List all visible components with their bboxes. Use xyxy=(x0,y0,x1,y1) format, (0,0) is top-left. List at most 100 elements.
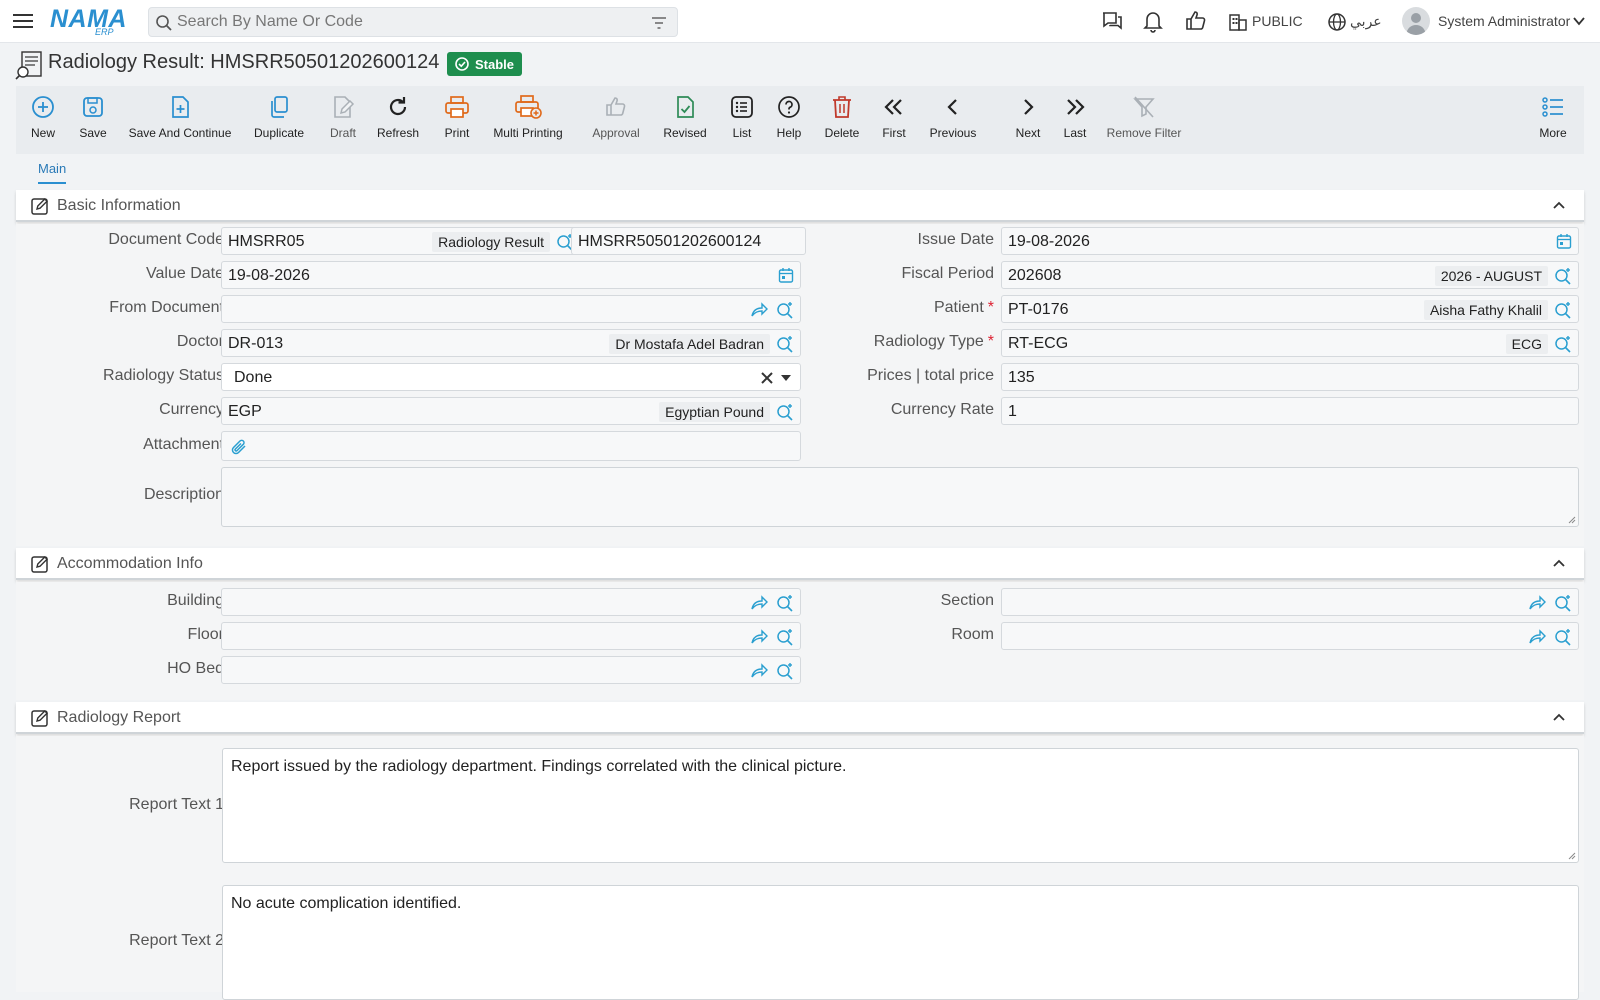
search-lookup-icon[interactable] xyxy=(776,628,794,646)
search-lookup-icon[interactable] xyxy=(1554,267,1572,285)
save-button[interactable]: Save xyxy=(76,92,110,150)
section-field[interactable] xyxy=(1001,588,1579,616)
branch-label[interactable]: PUBLIC xyxy=(1252,13,1303,29)
save-icon xyxy=(76,92,110,122)
floor-field[interactable] xyxy=(221,622,801,650)
share-arrow-icon[interactable] xyxy=(750,301,768,319)
patient-desc: Aisha Fathy Khalil xyxy=(1423,300,1548,320)
resize-grip-icon[interactable] xyxy=(1568,852,1576,860)
tab-main[interactable]: Main xyxy=(38,161,67,184)
accommodation-info-header[interactable]: Accommodation Info xyxy=(16,548,1584,580)
from-document-field[interactable] xyxy=(221,295,801,323)
menu-icon[interactable] xyxy=(12,11,34,31)
globe-icon[interactable] xyxy=(1327,12,1347,32)
clear-icon[interactable] xyxy=(760,371,774,385)
ho-bed-field[interactable] xyxy=(221,656,801,684)
patient-label: Patient * xyxy=(933,299,994,316)
avatar[interactable] xyxy=(1402,7,1430,35)
building-icon[interactable] xyxy=(1228,12,1248,32)
approval-button[interactable]: Approval xyxy=(588,92,644,150)
room-field[interactable] xyxy=(1001,622,1579,650)
help-icon xyxy=(774,92,804,122)
document-number-field[interactable]: HMSRR50501202600124 xyxy=(571,227,806,255)
share-arrow-icon[interactable] xyxy=(750,628,768,646)
more-button[interactable]: More xyxy=(1538,92,1568,150)
radiology-status-select[interactable]: Done xyxy=(221,363,801,391)
duplicate-button[interactable]: Duplicate xyxy=(253,92,305,150)
save-and-continue-button[interactable]: Save And Continue xyxy=(128,92,232,150)
list-button[interactable]: List xyxy=(728,92,756,150)
search-lookup-icon[interactable] xyxy=(1554,594,1572,612)
fiscal-period-desc: 2026 - AUGUST xyxy=(1434,266,1548,286)
basic-information-header[interactable]: Basic Information xyxy=(16,190,1584,222)
resize-grip-icon[interactable] xyxy=(1568,516,1576,524)
prices-field[interactable]: 135 xyxy=(1001,363,1579,391)
issue-date-value: 19-08-2026 xyxy=(1008,233,1090,250)
caret-down-icon[interactable] xyxy=(780,374,792,382)
value-date-field[interactable]: 19-08-2026 xyxy=(221,261,801,289)
bell-icon[interactable] xyxy=(1142,9,1164,33)
revised-button[interactable]: Revised xyxy=(660,92,710,150)
new-label: New xyxy=(30,126,55,140)
logo[interactable]: NAMA ERP xyxy=(50,5,132,37)
share-arrow-icon[interactable] xyxy=(750,594,768,612)
delete-button[interactable]: Delete xyxy=(822,92,862,150)
refresh-button[interactable]: Refresh xyxy=(376,92,420,150)
search-lookup-icon[interactable] xyxy=(776,335,794,353)
search-icon xyxy=(155,14,173,32)
building-field[interactable] xyxy=(221,588,801,616)
doctor-label: Doctor xyxy=(176,333,224,350)
chat-icon[interactable] xyxy=(1100,9,1124,33)
description-textarea[interactable] xyxy=(221,467,1579,527)
accommodation-info-body: Building Section Floor Room HO Bed xyxy=(16,582,1584,700)
report-text-1-textarea[interactable]: Report issued by the radiology departmen… xyxy=(222,748,1579,863)
help-button[interactable]: Help xyxy=(774,92,804,150)
search-lookup-icon[interactable] xyxy=(776,301,794,319)
user-name[interactable]: System Administrator xyxy=(1438,13,1570,29)
fiscal-period-field[interactable]: 202608 2026 - AUGUST xyxy=(1001,261,1579,289)
print-button[interactable]: Print xyxy=(442,92,472,150)
search-lookup-icon[interactable] xyxy=(776,662,794,680)
multi-printing-button[interactable]: Multi Printing xyxy=(490,92,566,150)
previous-button[interactable]: Previous xyxy=(928,92,978,150)
search-lookup-icon[interactable] xyxy=(1554,301,1572,319)
doctor-field[interactable]: DR-013 Dr Mostafa Adel Badran xyxy=(221,329,801,357)
remove-filter-button[interactable]: Remove Filter xyxy=(1096,92,1192,150)
report-text-2-textarea[interactable]: No acute complication identified. xyxy=(222,885,1579,1000)
chevron-left-icon xyxy=(928,92,978,122)
last-button[interactable]: Last xyxy=(1061,92,1089,150)
calendar-icon[interactable] xyxy=(778,267,794,283)
first-button[interactable]: First xyxy=(880,92,908,150)
delete-label: Delete xyxy=(824,126,860,140)
paperclip-icon[interactable] xyxy=(230,438,248,456)
currency-field[interactable]: EGP Egyptian Pound xyxy=(221,397,801,425)
issue-date-field[interactable]: 19-08-2026 xyxy=(1001,227,1579,255)
chevron-up-icon[interactable] xyxy=(1552,712,1566,722)
document-code-field[interactable]: HMSRR05 Radiology Result xyxy=(221,227,581,255)
attachment-field[interactable] xyxy=(221,431,801,461)
search-input[interactable] xyxy=(177,12,627,32)
search-lookup-icon[interactable] xyxy=(1554,335,1572,353)
search-lookup-icon[interactable] xyxy=(776,594,794,612)
share-arrow-icon[interactable] xyxy=(1528,594,1546,612)
new-button[interactable]: New xyxy=(28,92,58,150)
calendar-icon[interactable] xyxy=(1556,233,1572,249)
search-lookup-icon[interactable] xyxy=(1554,628,1572,646)
approval-icon xyxy=(588,92,644,122)
currency-rate-field[interactable]: 1 xyxy=(1001,397,1579,425)
chevron-down-icon[interactable] xyxy=(1572,14,1586,28)
patient-field[interactable]: PT-0176 Aisha Fathy Khalil xyxy=(1001,295,1579,323)
search-lookup-icon[interactable] xyxy=(776,403,794,421)
share-arrow-icon[interactable] xyxy=(1528,628,1546,646)
thumbs-up-icon[interactable] xyxy=(1184,9,1208,33)
draft-label: Draft xyxy=(329,126,356,140)
filter-icon[interactable] xyxy=(651,16,667,30)
share-arrow-icon[interactable] xyxy=(750,662,768,680)
chevron-up-icon[interactable] xyxy=(1552,558,1566,568)
next-button[interactable]: Next xyxy=(1014,92,1042,150)
radiology-type-field[interactable]: RT-ECG ECG xyxy=(1001,329,1579,357)
language-switch[interactable]: عربي xyxy=(1350,13,1382,30)
chevron-up-icon[interactable] xyxy=(1552,200,1566,210)
radiology-report-header[interactable]: Radiology Report xyxy=(16,702,1584,734)
draft-button[interactable]: Draft xyxy=(326,92,360,150)
